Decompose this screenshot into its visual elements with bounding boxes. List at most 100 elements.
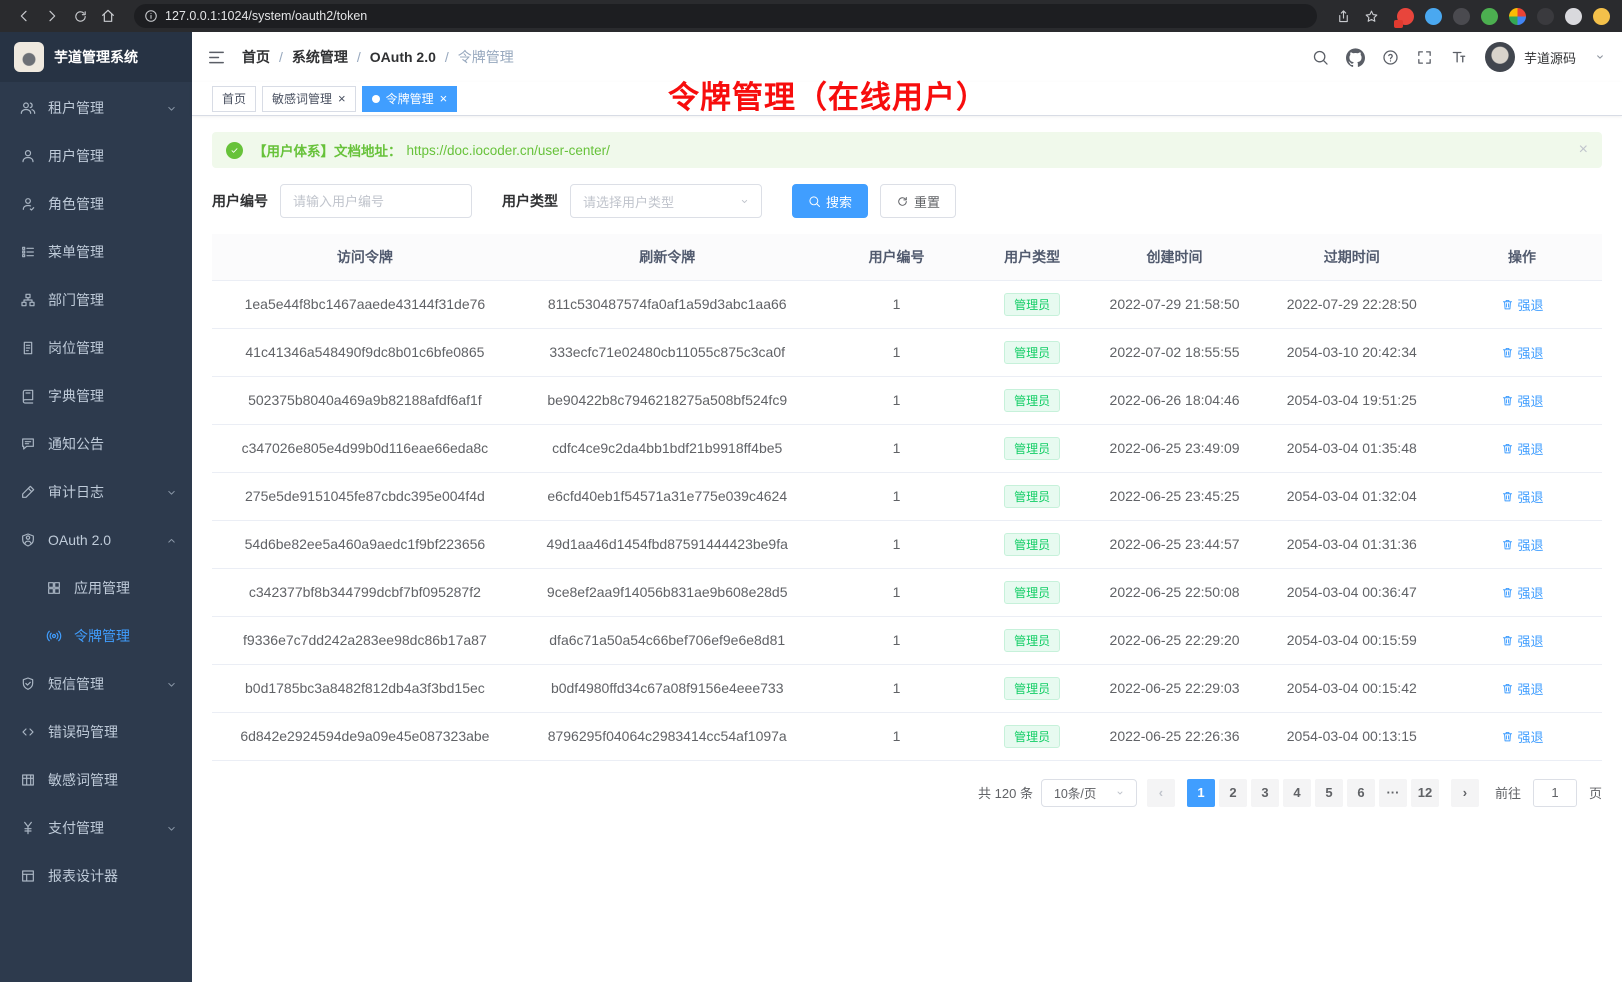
pay-icon xyxy=(20,820,36,836)
goto-page-input[interactable] xyxy=(1533,779,1577,807)
tab-home[interactable]: 首页 xyxy=(212,86,256,112)
extension-smiley[interactable] xyxy=(1593,8,1610,25)
breadcrumb-separator: / xyxy=(279,49,283,65)
extension-red[interactable] xyxy=(1397,8,1414,25)
sidebar-item-error-code[interactable]: 错误码管理 xyxy=(0,708,192,756)
expire-time-cell: 2054-03-04 19:51:25 xyxy=(1261,376,1442,424)
breadcrumb-item[interactable]: 首页 xyxy=(242,47,270,67)
force-logout-button[interactable]: 强退 xyxy=(1501,439,1544,458)
search-button[interactable]: 搜索 xyxy=(792,184,868,218)
sidebar-item-sensitive-word[interactable]: 敏感词管理 xyxy=(0,756,192,804)
extension-dark[interactable] xyxy=(1453,8,1470,25)
sidebar-item-dept[interactable]: 部门管理 xyxy=(0,276,192,324)
reset-button[interactable]: 重置 xyxy=(880,184,956,218)
breadcrumb-item[interactable]: OAuth 2.0 xyxy=(370,49,436,65)
sidebar-item-oauth2-application[interactable]: 应用管理 xyxy=(0,564,192,612)
share-icon[interactable] xyxy=(1331,5,1355,27)
sidebar-item-audit-log[interactable]: 审计日志 xyxy=(0,468,192,516)
sidebar-item-oauth2[interactable]: OAuth 2.0 xyxy=(0,516,192,564)
sidebar-item-role[interactable]: 角色管理 xyxy=(0,180,192,228)
logo-row[interactable]: 芋道管理系统 xyxy=(0,32,192,82)
table-row: 6d842e2924594de9a09e45e087323abe8796295f… xyxy=(212,712,1602,760)
force-logout-button[interactable]: 强退 xyxy=(1501,631,1544,650)
fullscreen-icon[interactable] xyxy=(1416,49,1433,66)
user-type-badge: 管理员 xyxy=(1004,437,1060,460)
sidebar-item-tenant[interactable]: 租户管理 xyxy=(0,84,192,132)
page-button-12[interactable]: 12 xyxy=(1411,779,1439,807)
force-logout-button[interactable]: 强退 xyxy=(1501,535,1544,554)
force-logout-label: 强退 xyxy=(1518,343,1544,362)
close-icon[interactable]: × xyxy=(440,92,448,105)
force-logout-button[interactable]: 强退 xyxy=(1501,295,1544,314)
page-button-5[interactable]: 5 xyxy=(1315,779,1343,807)
sidebar-item-notice[interactable]: 通知公告 xyxy=(0,420,192,468)
page-button-2[interactable]: 2 xyxy=(1219,779,1247,807)
user-id-input[interactable] xyxy=(280,184,472,218)
hamburger-icon[interactable] xyxy=(207,48,226,67)
url-bar[interactable]: 127.0.0.1:1024/system/oauth2/token xyxy=(134,4,1317,28)
user-type-badge: 管理员 xyxy=(1004,725,1060,748)
sidebar-item-menu[interactable]: 菜单管理 xyxy=(0,228,192,276)
extension-multicolor[interactable] xyxy=(1509,8,1526,25)
help-icon[interactable] xyxy=(1382,49,1399,66)
tab-label: 令牌管理 xyxy=(386,90,434,107)
caret-down-icon[interactable] xyxy=(1593,50,1607,64)
sidebar-item-sms[interactable]: 短信管理 xyxy=(0,660,192,708)
force-logout-button[interactable]: 强退 xyxy=(1501,487,1544,506)
extension-light[interactable] xyxy=(1565,8,1582,25)
page-button-3[interactable]: 3 xyxy=(1251,779,1279,807)
back-icon[interactable] xyxy=(12,5,36,27)
close-icon[interactable]: × xyxy=(338,92,346,105)
column-header: 操作 xyxy=(1442,234,1602,280)
alert-text: 【用户体系】文档地址： xyxy=(253,140,402,160)
search-icon[interactable] xyxy=(1312,49,1329,66)
force-logout-button[interactable]: 强退 xyxy=(1501,343,1544,362)
goto-suffix: 页 xyxy=(1589,783,1602,802)
force-logout-label: 强退 xyxy=(1518,727,1544,746)
force-logout-button[interactable]: 强退 xyxy=(1501,583,1544,602)
sidebar-item-pay[interactable]: 支付管理 xyxy=(0,804,192,852)
page-button-1[interactable]: 1 xyxy=(1187,779,1215,807)
force-logout-label: 强退 xyxy=(1518,487,1544,506)
trash-icon xyxy=(1501,298,1514,311)
close-icon[interactable]: × xyxy=(1579,141,1588,159)
sidebar-item-dict[interactable]: 字典管理 xyxy=(0,372,192,420)
tab-label: 敏感词管理 xyxy=(272,90,332,107)
sidebar-item-label: 令牌管理 xyxy=(74,626,130,646)
forward-icon[interactable] xyxy=(40,5,64,27)
extension-dark-2[interactable] xyxy=(1537,8,1554,25)
page-size-select[interactable]: 10条/页 xyxy=(1041,779,1137,807)
sidebar-item-report-designer[interactable]: 报表设计器 xyxy=(0,852,192,900)
font-size-icon[interactable] xyxy=(1450,48,1468,66)
user-name[interactable]: 芋道源码 xyxy=(1524,48,1576,67)
force-logout-button[interactable]: 强退 xyxy=(1501,679,1544,698)
user-type-badge: 管理员 xyxy=(1004,389,1060,412)
user-type-badge: 管理员 xyxy=(1004,341,1060,364)
next-page-button[interactable]: › xyxy=(1451,779,1479,807)
action-cell: 强退 xyxy=(1442,712,1602,760)
avatar[interactable] xyxy=(1485,42,1515,72)
breadcrumb-item[interactable]: 系统管理 xyxy=(292,47,348,67)
code-icon xyxy=(20,724,36,740)
home-icon[interactable] xyxy=(96,5,120,27)
sidebar-item-post[interactable]: 岗位管理 xyxy=(0,324,192,372)
tab-token[interactable]: 令牌管理 × xyxy=(362,86,458,112)
page-button-6[interactable]: 6 xyxy=(1347,779,1375,807)
tab-sensitive-word[interactable]: 敏感词管理 × xyxy=(262,86,356,112)
prev-page-button[interactable]: ‹ xyxy=(1147,779,1175,807)
reload-icon[interactable] xyxy=(68,5,92,27)
pager-ellipsis[interactable]: ··· xyxy=(1379,779,1407,807)
sidebar-item-oauth2-token[interactable]: 令牌管理 xyxy=(0,612,192,660)
user-type-select[interactable]: 请选择用户类型 xyxy=(570,184,762,218)
user-id-cell: 1 xyxy=(817,280,977,328)
star-icon[interactable] xyxy=(1359,5,1383,27)
doc-link[interactable]: https://doc.iocoder.cn/user-center/ xyxy=(407,143,610,158)
refresh-token-cell: 811c530487574fa0af1a59d3abc1aa66 xyxy=(518,280,817,328)
page-button-4[interactable]: 4 xyxy=(1283,779,1311,807)
extension-blue[interactable] xyxy=(1425,8,1442,25)
sidebar-item-user[interactable]: 用户管理 xyxy=(0,132,192,180)
force-logout-button[interactable]: 强退 xyxy=(1501,727,1544,746)
extension-green[interactable] xyxy=(1481,8,1498,25)
github-icon[interactable] xyxy=(1346,48,1365,67)
force-logout-button[interactable]: 强退 xyxy=(1501,391,1544,410)
